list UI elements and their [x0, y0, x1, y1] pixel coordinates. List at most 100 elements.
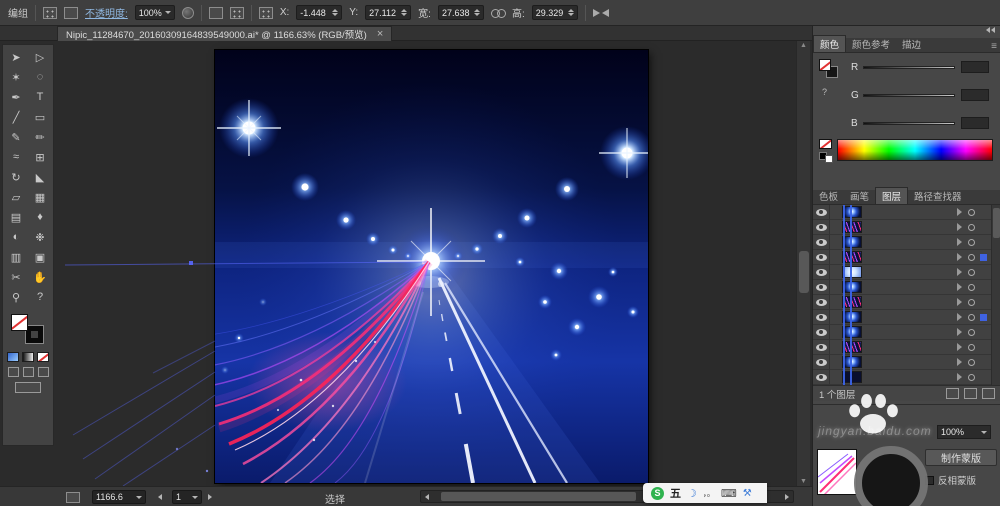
layer-row[interactable] [813, 310, 991, 325]
layer-row[interactable] [813, 280, 991, 295]
expand-triangle-icon[interactable] [957, 313, 962, 321]
target-circle-icon[interactable] [968, 238, 975, 246]
target-circle-icon[interactable] [968, 268, 975, 276]
target-circle-icon[interactable] [968, 358, 975, 366]
pencil-tool-icon[interactable]: ✏ [28, 127, 52, 147]
visibility-eye-icon[interactable] [813, 343, 829, 351]
vertical-scrollbar[interactable]: ▲ ▼ [796, 41, 810, 486]
target-circle-icon[interactable] [968, 343, 975, 351]
layer-row[interactable] [813, 295, 991, 310]
tab-color-guide[interactable]: 颜色参考 [846, 36, 896, 52]
scroll-up-icon[interactable]: ▲ [800, 41, 807, 50]
status-menu-icon[interactable] [66, 492, 80, 503]
layer-row[interactable] [813, 235, 991, 250]
canvas-area[interactable]: ▲ ▼ [57, 41, 812, 486]
help-icon[interactable]: ? [28, 287, 52, 307]
transform-icon[interactable] [592, 7, 609, 19]
blue-slider[interactable] [863, 122, 955, 125]
moon-icon[interactable]: ☽ [687, 487, 697, 500]
stepper-icon[interactable] [567, 9, 574, 16]
target-circle-icon[interactable] [968, 223, 975, 231]
green-value-input[interactable] [961, 89, 989, 101]
lasso-tool-icon[interactable]: ◌ [28, 67, 52, 87]
target-circle-icon[interactable] [968, 298, 975, 306]
artboard-tool-icon[interactable]: ▣ [28, 247, 52, 267]
target-circle-icon[interactable] [968, 283, 975, 291]
draw-normal-icon[interactable] [7, 367, 19, 377]
direct-selection-tool-icon[interactable]: ▷ [28, 47, 52, 67]
fill-mini-swatch-none[interactable] [819, 59, 831, 71]
draw-inside-icon[interactable] [37, 367, 49, 377]
panel-menu-icon[interactable]: ≡ [991, 41, 997, 52]
visibility-eye-icon[interactable] [813, 253, 829, 261]
line-segment-tool-icon[interactable]: ╱ [4, 107, 28, 127]
gradient-button[interactable] [22, 352, 34, 362]
width-input[interactable]: 27.638 [437, 5, 484, 20]
visibility-eye-icon[interactable] [813, 358, 829, 366]
expand-triangle-icon[interactable] [957, 328, 962, 336]
white-swatch[interactable] [825, 155, 833, 163]
x-input[interactable]: -1.448 [296, 5, 343, 20]
expand-triangle-icon[interactable] [957, 223, 962, 231]
visibility-eye-icon[interactable] [813, 223, 829, 231]
red-value-input[interactable] [961, 61, 989, 73]
expand-triangle-icon[interactable] [957, 268, 962, 276]
selection-tool-icon[interactable]: ➤ [4, 47, 28, 67]
layer-row[interactable] [813, 325, 991, 340]
zoom-tool-icon[interactable]: ⚲ [4, 287, 28, 307]
delete-layer-icon[interactable] [982, 388, 995, 399]
object-thumbnail[interactable] [817, 449, 857, 495]
expand-triangle-icon[interactable] [957, 208, 962, 216]
expand-triangle-icon[interactable] [957, 238, 962, 246]
visibility-eye-icon[interactable] [813, 268, 829, 276]
draw-behind-icon[interactable] [22, 367, 34, 377]
visibility-eye-icon[interactable] [813, 283, 829, 291]
visibility-eye-icon[interactable] [813, 313, 829, 321]
paintbrush-tool-icon[interactable]: ✎ [4, 127, 28, 147]
layers-scrollbar[interactable] [991, 205, 1000, 385]
expand-triangle-icon[interactable] [957, 358, 962, 366]
transparency-opacity-dropdown[interactable]: 100% [937, 425, 991, 439]
ime-toolbox-icon[interactable]: ⚒ [743, 488, 752, 499]
scroll-left-icon[interactable] [425, 494, 429, 500]
collapse-dock-icon[interactable] [986, 27, 995, 33]
none-button[interactable] [37, 352, 49, 362]
close-tab-icon[interactable]: × [377, 28, 383, 40]
visibility-eye-icon[interactable] [813, 373, 829, 381]
free-transform-tool-icon[interactable]: ⊞ [28, 147, 52, 167]
blend-tool-icon[interactable]: ◐ [4, 227, 28, 247]
layer-row[interactable] [813, 220, 991, 235]
color-button[interactable] [7, 352, 19, 362]
pen-tool-icon[interactable]: ✒ [4, 87, 28, 107]
layer-row[interactable] [813, 250, 991, 265]
new-layer-icon[interactable] [964, 388, 977, 399]
tab-brushes[interactable]: 画笔 [844, 188, 875, 204]
tab-color[interactable]: 颜色 [813, 35, 847, 52]
tab-swatches[interactable]: 色板 [813, 188, 844, 204]
tab-pathfinder[interactable]: 路径查找器 [908, 188, 968, 204]
visibility-eye-icon[interactable] [813, 238, 829, 246]
basepoint-grid-icon[interactable] [43, 6, 57, 19]
red-slider[interactable] [863, 66, 955, 69]
visibility-eye-icon[interactable] [813, 208, 829, 216]
vertical-scroll-thumb[interactable] [799, 251, 809, 293]
green-slider[interactable] [863, 94, 955, 97]
punctuation-icon[interactable]: ，。 [703, 488, 715, 499]
target-circle-icon[interactable] [968, 208, 975, 216]
slice-tool-icon[interactable]: ✂ [4, 267, 28, 287]
rotate-tool-icon[interactable]: ↻ [4, 167, 28, 187]
reference-point-icon[interactable] [258, 6, 273, 19]
scroll-down-icon[interactable]: ▼ [800, 477, 807, 486]
stepper-icon[interactable] [332, 9, 339, 16]
shape-builder-tool-icon[interactable]: ▱ [4, 187, 28, 207]
graphic-style-icon[interactable] [181, 6, 194, 19]
appearance-icon[interactable] [64, 6, 78, 19]
make-mask-button[interactable]: 制作蒙版 [925, 449, 997, 466]
layer-row[interactable] [813, 265, 991, 280]
stepper-icon[interactable] [473, 9, 480, 16]
layer-row[interactable] [813, 205, 991, 220]
tab-layers[interactable]: 图层 [875, 187, 909, 204]
target-circle-icon[interactable] [968, 328, 975, 336]
next-artboard-icon[interactable] [208, 494, 212, 500]
column-graph-tool-icon[interactable]: ▥ [4, 247, 28, 267]
